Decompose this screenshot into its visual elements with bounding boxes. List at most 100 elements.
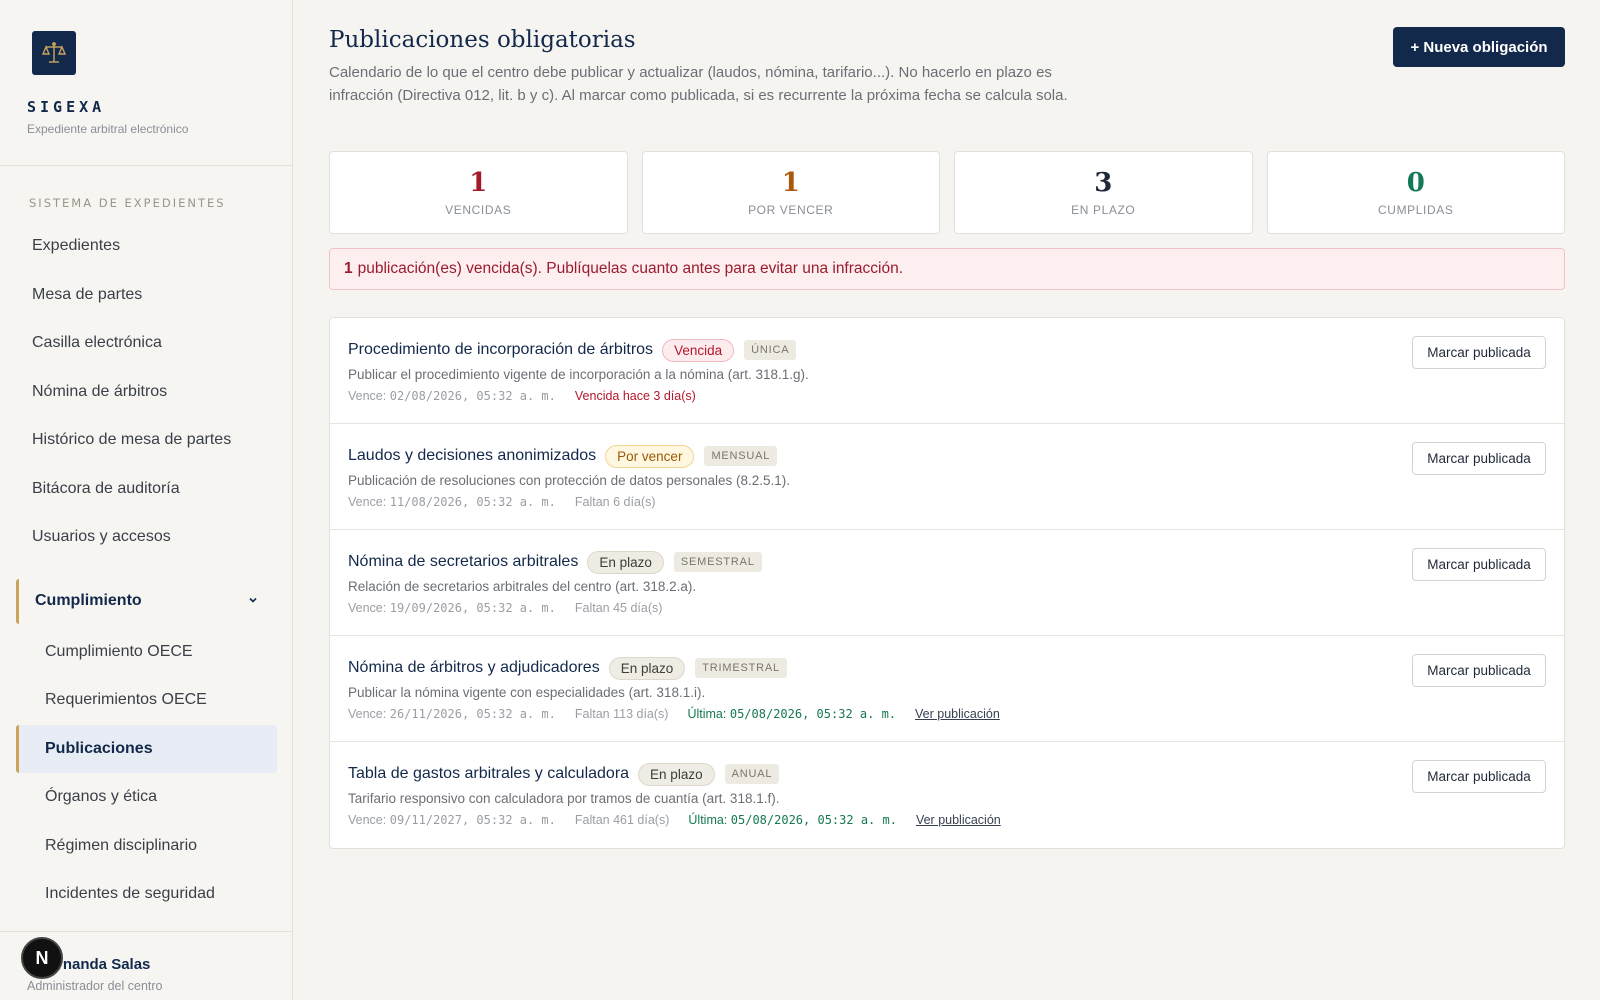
status-badge: En plazo [638, 762, 715, 786]
status-badge: En plazo [587, 550, 664, 574]
due-label: Vence: [348, 601, 387, 615]
stat-value: 0 [1406, 168, 1425, 198]
user-role: Administrador del centro [27, 979, 163, 993]
mark-published-button[interactable]: Marcar publicada [1412, 336, 1546, 369]
publication-description: Relación de secretarios arbitrales del c… [348, 579, 697, 594]
due-label: Vence: [348, 813, 387, 827]
publication-title: Nómina de árbitros y adjudicadores [348, 659, 600, 676]
alert-count: 1 [344, 260, 353, 277]
chevron-down-icon[interactable] [247, 594, 259, 606]
remaining-days: Faltan 461 día(s) [574, 813, 670, 827]
frequency-badge: TRIMESTRAL [695, 658, 787, 678]
stat-card: 3 EN PLAZO [954, 151, 1253, 234]
last-date: 05/08/2026, 05:32 a. m. [730, 813, 897, 827]
view-publication-link[interactable]: Ver publicación [915, 707, 1000, 721]
sidebar-item-incidentes-seguridad[interactable]: Incidentes de seguridad [0, 870, 292, 919]
due-label: Vence: [348, 707, 387, 721]
publication-description: Publicar la nómina vigente con especiali… [348, 685, 706, 700]
publication-row: Procedimiento de incorporación de árbitr… [330, 318, 1564, 424]
publication-meta: Vence: 09/11/2027, 05:32 a. m. Faltan 46… [348, 813, 1546, 827]
stat-label: POR VENCER [748, 203, 834, 217]
last-published: Última: 05/08/2026, 05:32 a. m. [688, 813, 897, 827]
publication-header: Nómina de árbitros y adjudicadores En pl… [348, 656, 1546, 680]
publication-meta: Vence: 02/08/2026, 05:32 a. m. Vencida h… [348, 389, 1546, 403]
publication-meta: Vence: 11/08/2026, 05:32 a. m. Faltan 6 … [348, 495, 1546, 509]
stat-value: 1 [781, 168, 800, 198]
publication-description: Tarifario responsivo con calculadora por… [348, 791, 780, 806]
mark-published-button[interactable]: Marcar publicada [1412, 654, 1546, 687]
brand-subtitle: Expediente arbitral electrónico [27, 122, 189, 136]
remaining-days: Faltan 113 día(s) [574, 707, 669, 721]
sidebar-item-usuarios[interactable]: Usuarios y accesos [0, 513, 292, 562]
page-title: Publicaciones obligatorias [329, 27, 636, 53]
remaining-days: Faltan 6 día(s) [574, 495, 656, 509]
publication-title: Nómina de secretarios arbitrales [348, 553, 579, 570]
frequency-badge: ANUAL [724, 764, 780, 784]
stat-label: VENCIDAS [445, 203, 512, 217]
publication-row: Tabla de gastos arbitrales y calculadora… [330, 742, 1564, 848]
nav-section-label: SISTEMA DE EXPEDIENTES [29, 196, 226, 210]
publication-description: Publicación de resoluciones con protecci… [348, 473, 791, 488]
sidebar-item-cumplimiento-oece[interactable]: Cumplimiento OECE [0, 628, 292, 677]
sidebar-item-mesa-de-partes[interactable]: Mesa de partes [0, 271, 292, 320]
frequency-badge: MENSUAL [704, 446, 778, 466]
sidebar-group-cumplimiento[interactable]: Cumplimiento [16, 578, 277, 624]
publication-header: Laudos y decisiones anonimizados Por ven… [348, 444, 1546, 468]
sidebar-item-regimen-disciplinario[interactable]: Régimen disciplinario [0, 822, 292, 871]
assistant-fab[interactable]: N [21, 937, 63, 979]
due-date: 26/11/2026, 05:32 a. m. [389, 707, 556, 721]
stat-label: EN PLAZO [1071, 203, 1136, 217]
remaining-days: Vencida hace 3 día(s) [574, 389, 696, 403]
sidebar-item-expedientes[interactable]: Expedientes [0, 222, 292, 271]
scales-icon[interactable] [32, 31, 76, 75]
last-date: 05/08/2026, 05:32 a. m. [729, 707, 897, 721]
remaining-days: Faltan 45 día(s) [574, 601, 663, 615]
view-publication-link[interactable]: Ver publicación [916, 813, 1001, 827]
sidebar-item-casilla-electronica[interactable]: Casilla electrónica [0, 319, 292, 368]
publication-header: Procedimiento de incorporación de árbitr… [348, 338, 1546, 362]
due-date: 19/09/2026, 05:32 a. m. [389, 601, 556, 615]
stat-card: 0 CUMPLIDAS [1266, 151, 1565, 234]
stats-row: 1 VENCIDAS 1 POR VENCER 3 EN PLAZO 0 CUM… [329, 151, 1565, 234]
sidebar-item-nomina-arbitros[interactable]: Nómina de árbitros [0, 368, 292, 417]
page-description: Calendario de lo que el centro debe publ… [329, 64, 1068, 104]
overdue-alert: 1 publicación(es) vencida(s). Publíquela… [329, 248, 1565, 290]
frequency-badge: SEMESTRAL [673, 552, 762, 572]
publication-header: Nómina de secretarios arbitrales En plaz… [348, 550, 1546, 574]
sidebar-item-historico-mesa[interactable]: Histórico de mesa de partes [0, 416, 292, 465]
publication-meta: Vence: 19/09/2026, 05:32 a. m. Faltan 45… [348, 601, 1546, 615]
publication-description: Publicar el procedimiento vigente de inc… [348, 367, 809, 382]
brand: SIGEXA Expediente arbitral electrónico [0, 0, 292, 166]
publication-header: Tabla de gastos arbitrales y calculadora… [348, 762, 1546, 786]
last-label: Última: [687, 707, 727, 721]
publication-meta: Vence: 26/11/2026, 05:32 a. m. Faltan 11… [348, 707, 1546, 721]
due-date: 09/11/2027, 05:32 a. m. [389, 813, 556, 827]
sidebar-item-publicaciones[interactable]: Publicaciones [16, 724, 277, 773]
status-badge: En plazo [608, 656, 686, 680]
publication-title: Laudos y decisiones anonimizados [348, 447, 597, 464]
stat-card: 1 POR VENCER [641, 151, 940, 234]
sidebar-subnav: Cumplimiento OECE Requerimientos OECE Pu… [0, 628, 292, 919]
due-date: 11/08/2026, 05:32 a. m. [389, 495, 556, 509]
stat-card: 1 VENCIDAS [329, 151, 628, 234]
due-label: Vence: [348, 495, 387, 509]
publication-title: Procedimiento de incorporación de árbitr… [348, 341, 654, 358]
stat-value: 1 [469, 168, 488, 198]
stat-value: 3 [1094, 168, 1113, 198]
mark-published-button[interactable]: Marcar publicada [1412, 442, 1546, 475]
sidebar-item-organos-etica[interactable]: Órganos y ética [0, 773, 292, 822]
last-label: Última: [688, 813, 728, 827]
status-badge: Por vencer [605, 444, 695, 468]
sidebar-item-requerimientos-oece[interactable]: Requerimientos OECE [0, 676, 292, 725]
new-obligation-button[interactable]: + Nueva obligación [1393, 27, 1565, 67]
mark-published-button[interactable]: Marcar publicada [1412, 548, 1546, 581]
publication-row: Laudos y decisiones anonimizados Por ven… [330, 424, 1564, 530]
last-published: Última: 05/08/2026, 05:32 a. m. [687, 707, 896, 721]
stat-label: CUMPLIDAS [1378, 203, 1454, 217]
sidebar-group-label: Cumplimiento [35, 592, 142, 609]
mark-published-button[interactable]: Marcar publicada [1412, 760, 1546, 793]
sidebar-item-bitacora[interactable]: Bitácora de auditoría [0, 465, 292, 514]
publications-list: Procedimiento de incorporación de árbitr… [329, 317, 1565, 849]
publication-row: Nómina de árbitros y adjudicadores En pl… [330, 636, 1564, 742]
sidebar-nav: Expedientes Mesa de partes Casilla elect… [0, 222, 292, 562]
